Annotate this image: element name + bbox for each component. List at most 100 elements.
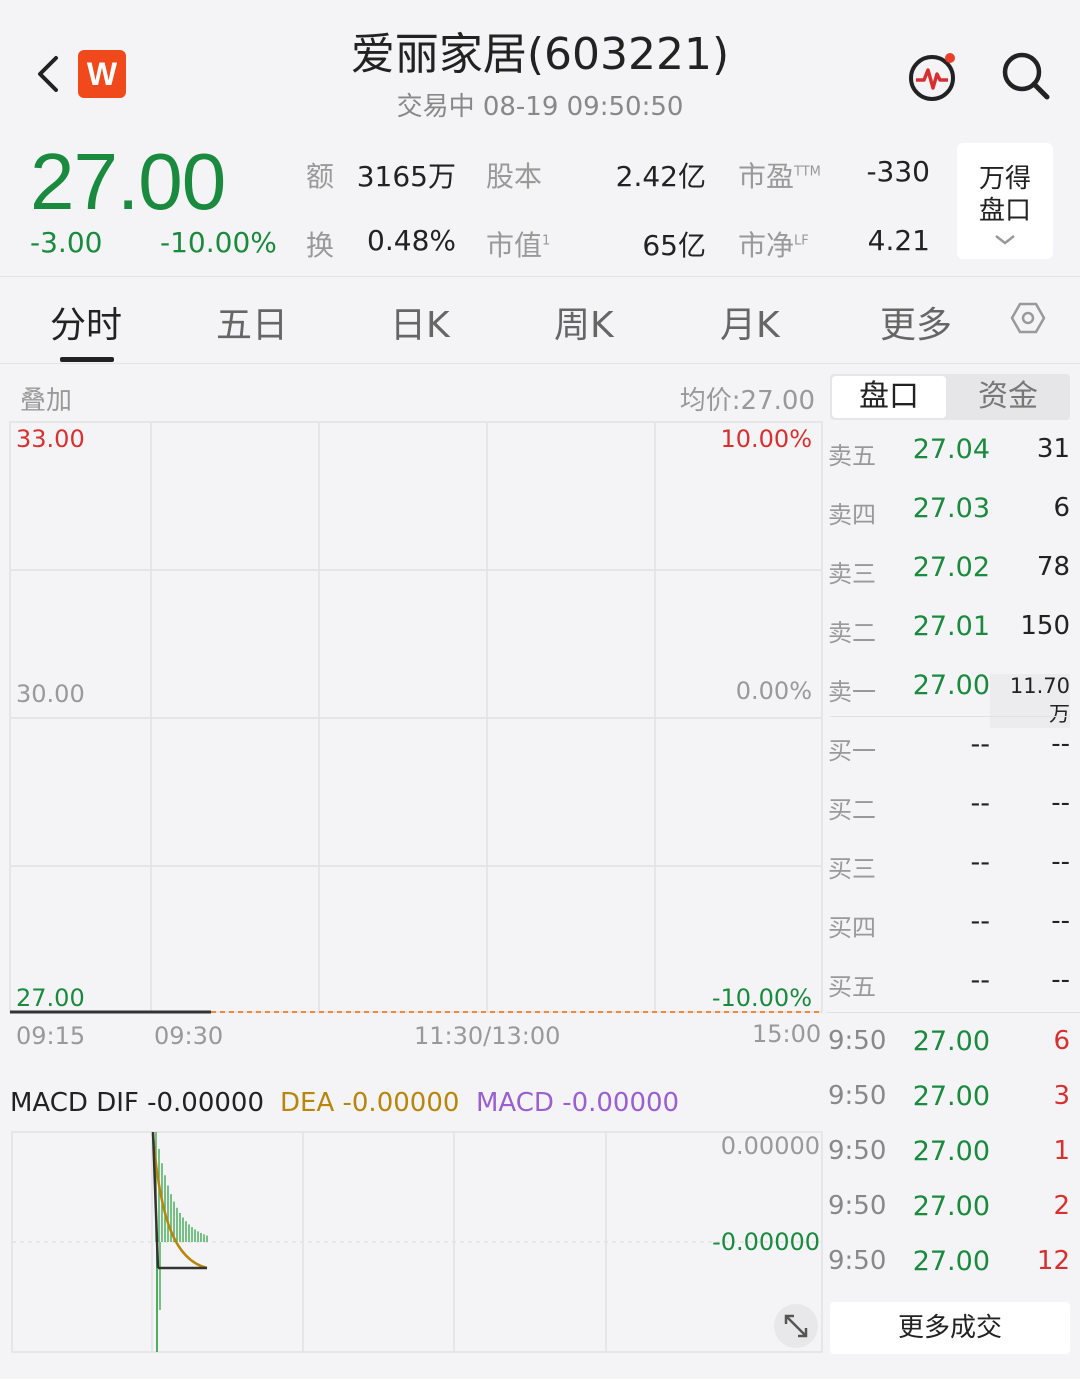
tab-daily-k[interactable]: 日K [390, 296, 450, 348]
orderbook-level-label: 买五 [828, 973, 876, 1001]
orderbook-price: 27.01 [912, 611, 990, 642]
y-right-bottom: -10.00% [711, 984, 812, 1012]
orderbook-price: -- [970, 729, 991, 760]
orderbook-volume: -- [1051, 729, 1070, 759]
orderbook-price: 27.04 [912, 434, 990, 465]
macd-hist-label: MACD -0.00000 [476, 1088, 680, 1118]
wind-button-line2: 盘口 [978, 196, 1031, 226]
orderbook-level-label: 买二 [828, 796, 876, 824]
x-label-0930: 09:30 [154, 1022, 224, 1050]
settings-icon[interactable] [1010, 300, 1046, 336]
orderbook-divider [830, 716, 1070, 717]
price-change: -3.00 [30, 226, 103, 259]
tab-weekly-k[interactable]: 周K [554, 296, 614, 348]
shares-value: 2.42亿 [615, 160, 706, 193]
macd-dif-label: MACD DIF -0.00000 [10, 1088, 265, 1118]
amount-label: 额 [306, 160, 335, 193]
trading-status: 交易中 08-19 09:50:50 [396, 92, 684, 122]
orderbook-level-label: 卖一 [828, 678, 876, 706]
back-arrow-icon[interactable] [30, 52, 70, 96]
x-label-close: 15:00 [752, 1020, 822, 1048]
y-right-mid: 0.00% [735, 677, 812, 705]
trade-price: 27.00 [912, 1026, 990, 1057]
grid-lines [9, 421, 823, 1013]
macd-dea-label: DEA -0.00000 [280, 1088, 460, 1118]
macd-y-top: 0.00000 [720, 1132, 820, 1160]
wind-orderbook-button[interactable]: 万得 盘口 [957, 143, 1053, 259]
trade-price: 27.00 [912, 1191, 990, 1222]
orderbook-price: -- [970, 788, 991, 819]
orderbook-level-label: 卖五 [828, 442, 876, 470]
dea-line [151, 1133, 208, 1270]
y-right-top: 10.00% [720, 425, 812, 453]
tab-active-indicator [60, 357, 114, 362]
trade-volume: 1 [1053, 1136, 1070, 1166]
turnover-label: 换 [306, 229, 335, 262]
pulse-monitor-icon[interactable] [906, 50, 960, 104]
orderbook-volume: -- [1051, 788, 1070, 818]
trade-volume: 2 [1053, 1191, 1070, 1221]
pb-label: 市净LF [738, 229, 809, 262]
orderbook-volume: 78 [1036, 552, 1070, 582]
orderbook-volume: -- [1051, 906, 1070, 936]
orderbook-level-label: 买四 [828, 914, 876, 942]
pb-value: 4.21 [867, 224, 930, 257]
trade-time: 9:50 [828, 1246, 887, 1276]
y-left-mid: 30.00 [16, 680, 85, 708]
x-label-midday: 11:30/13:00 [414, 1022, 561, 1050]
trade-time: 9:50 [828, 1081, 887, 1111]
trades-divider [826, 1012, 1080, 1013]
orderbook-price: 27.03 [912, 493, 990, 524]
orderbook-volume: 11.70万 [990, 674, 1070, 728]
turnover-value: 0.48% [367, 224, 456, 257]
tab-monthly-k[interactable]: 月K [720, 296, 780, 348]
trade-volume: 3 [1053, 1081, 1070, 1111]
orderbook-price: -- [970, 906, 991, 937]
expand-icon[interactable] [774, 1304, 818, 1348]
chevron-down-icon [995, 235, 1015, 245]
orderbook-level-label: 买三 [828, 855, 876, 883]
orderbook-volume: 150 [1020, 611, 1070, 641]
orderbook-volume: -- [1051, 965, 1070, 995]
intraday-chart[interactable] [0, 420, 826, 1020]
trade-price: 27.00 [912, 1246, 990, 1277]
trade-time: 9:50 [828, 1136, 887, 1166]
avg-price-label: 均价:27.00 [679, 386, 815, 416]
orderbook-volume: 6 [1053, 493, 1070, 523]
more-trades-button[interactable]: 更多成交 [830, 1302, 1070, 1354]
tab-capital[interactable]: 资金 [948, 376, 1068, 418]
orderbook-price: -- [970, 965, 991, 996]
tab-intraday[interactable]: 分时 [50, 296, 122, 348]
orderbook-level-label: 买一 [828, 737, 876, 765]
stock-title: 爱丽家居(603221) [350, 29, 730, 80]
pe-label: 市盈TTM [738, 160, 821, 193]
last-price: 27.00 [30, 137, 226, 226]
search-icon[interactable] [1000, 50, 1052, 102]
overlay-button[interactable]: 叠加 [20, 380, 72, 417]
tab-five-day[interactable]: 五日 [216, 296, 288, 348]
tab-orderbook[interactable]: 盘口 [832, 376, 946, 418]
mcap-value: 65亿 [642, 229, 706, 262]
trade-price: 27.00 [912, 1081, 990, 1112]
tab-more[interactable]: 更多 [880, 296, 952, 348]
orderbook-volume: 31 [1036, 434, 1070, 464]
trade-time: 9:50 [828, 1191, 887, 1221]
macd-y-mid: -0.00000 [712, 1228, 820, 1256]
orderbook-price: 27.00 [912, 670, 990, 701]
trade-volume: 12 [1036, 1246, 1070, 1276]
orderbook-volume: -- [1051, 847, 1070, 877]
pe-value: -330 [866, 155, 930, 188]
app-logo[interactable]: W [78, 50, 126, 98]
orderbook-level-label: 卖二 [828, 619, 876, 647]
price-change-pct: -10.00% [160, 226, 277, 259]
mcap-label: 市值1 [486, 229, 551, 262]
wind-button-line1: 万得 [978, 164, 1031, 194]
y-left-top: 33.00 [16, 425, 85, 453]
y-left-bottom: 27.00 [16, 984, 85, 1012]
trade-time: 9:50 [828, 1026, 887, 1056]
trade-price: 27.00 [912, 1136, 990, 1167]
amount-value: 3165万 [356, 160, 456, 193]
orderbook-price: -- [970, 847, 991, 878]
trade-volume: 6 [1053, 1026, 1070, 1056]
orderbook-price: 27.02 [912, 552, 990, 583]
